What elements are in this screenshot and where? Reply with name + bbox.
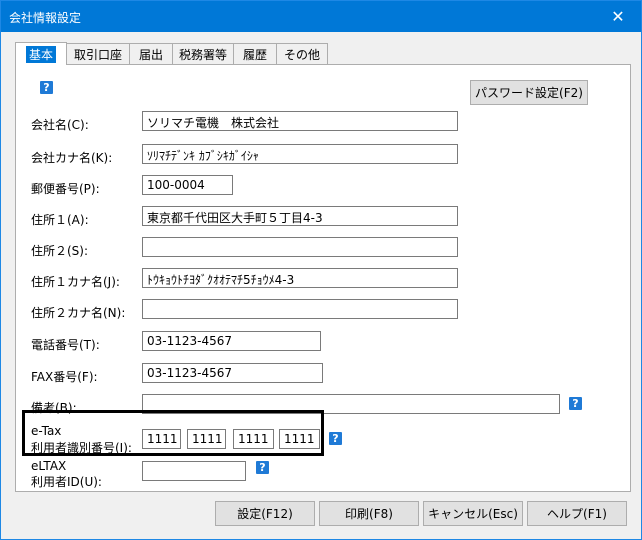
password-settings-button[interactable]: パスワード設定(F2) [470,80,588,105]
eltax-user-id-label: 利用者ID(U): [31,475,102,489]
print-button[interactable]: 印刷(F8) [319,501,419,526]
company-kana-label: 会社カナ名(K): [31,151,113,165]
close-icon[interactable]: ✕ [595,1,641,32]
etax-id-part3[interactable]: 1111 [233,429,274,449]
address1-input[interactable]: 東京都千代田区大手町５丁目4-3 [142,206,458,226]
eltax-help-icon[interactable]: ? [256,461,269,474]
etax-user-id-label: 利用者識別番号(I): [31,441,132,455]
postal-code-label: 郵便番号(P): [31,182,100,196]
fax-label: FAX番号(F): [31,370,98,384]
address1-kana-label: 住所１カナ名(J): [31,275,120,289]
window-title: 会社情報設定 [9,11,82,25]
cancel-button[interactable]: キャンセル(Esc) [423,501,523,526]
etax-label: e-Tax [31,424,62,438]
tab-basic[interactable]: 基本 [15,42,67,65]
company-name-input[interactable]: ソリマチ電機 株式会社 [142,111,458,131]
address1-kana-input[interactable]: ﾄｳｷｮｳﾄﾁﾖﾀﾞｸｵｵﾃﾏﾁ5ﾁｮｳﾒ4-3 [142,268,458,288]
title-bar: 会社情報設定 ✕ [1,1,641,32]
eltax-label: eLTAX [31,459,67,473]
phone-label: 電話番号(T): [31,338,100,352]
company-kana-input[interactable]: ｿﾘﾏﾁﾃﾞﾝｷ ｶﾌﾞｼｷｶﾞｲｼｬ [142,144,458,164]
address2-kana-input[interactable] [142,299,458,319]
notes-help-icon[interactable]: ? [569,397,582,410]
help-button[interactable]: ヘルプ(F1) [527,501,627,526]
postal-code-input[interactable]: 100-0004 [142,175,233,195]
address2-label: 住所２(S): [31,244,89,258]
tab-history[interactable]: 履歴 [233,43,277,64]
phone-input[interactable]: 03-1123-4567 [142,331,321,351]
address2-input[interactable] [142,237,458,257]
settings-button[interactable]: 設定(F12) [215,501,315,526]
etax-id-part2[interactable]: 1111 [187,429,226,449]
eltax-id-input[interactable] [142,461,246,481]
help-icon[interactable]: ? [40,81,53,94]
tab-bank-account[interactable]: 取引口座 [66,43,130,64]
company-name-label: 会社名(C): [31,118,89,132]
tab-tax-office[interactable]: 税務署等 [172,43,234,64]
etax-id-part1[interactable]: 1111 [142,429,181,449]
tab-notification[interactable]: 届出 [129,43,173,64]
tab-other[interactable]: その他 [276,43,328,64]
etax-help-icon[interactable]: ? [329,432,342,445]
company-settings-dialog: 会社情報設定 ✕ 基本 取引口座 届出 税務署等 履歴 その他 ? パスワード設… [0,0,642,540]
address2-kana-label: 住所２カナ名(N): [31,306,126,320]
fax-input[interactable]: 03-1123-4567 [142,363,323,383]
address1-label: 住所１(A): [31,213,89,227]
etax-id-part4[interactable]: 1111 [279,429,320,449]
